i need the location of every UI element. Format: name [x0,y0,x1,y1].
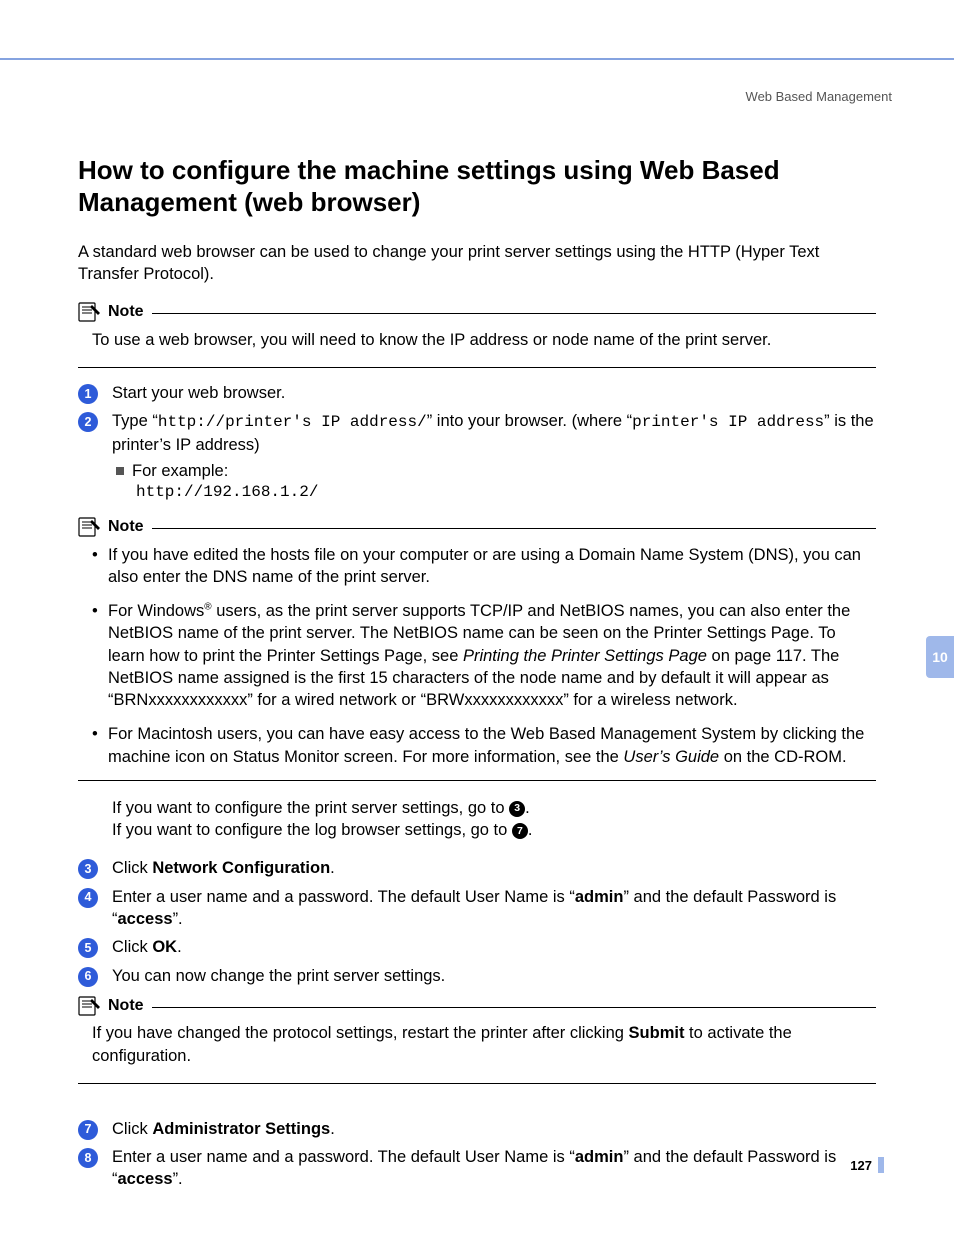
step-7-body: Click Administrator Settings. [112,1118,876,1140]
step-3: 3 Click Network Configuration. [78,857,876,879]
step-bullet-7: 7 [78,1120,98,1140]
note2-item-3: For Macintosh users, you can have easy a… [92,723,876,768]
registered-mark: ® [204,602,211,613]
step-2-prefix: Type “ [112,412,158,430]
note-rule [152,313,876,314]
note-close-rule-3 [78,1083,876,1084]
step-3-body: Click Network Configuration. [112,857,876,879]
note2-item-2: For Windows® users, as the print server … [92,600,876,711]
note2-b2-pre: For Windows [108,602,204,620]
note-close-rule [78,367,876,368]
s8-b1: admin [575,1148,624,1166]
note-label-3: Note [108,995,144,1017]
note-close-rule-2 [78,780,876,781]
goto2-pre: If you want to configure the log browser… [112,821,512,839]
goto-line-1: If you want to configure the print serve… [112,797,876,819]
s7-bold: Administrator Settings [152,1120,330,1138]
note2-b2-italic: Printing the Printer Settings Page [463,647,707,665]
step-2-mid: ” into your browser. (where “ [427,412,632,430]
s4-pre: Enter a user name and a password. The de… [112,888,575,906]
step-2-body: Type “http://printer's IP address/” into… [112,410,876,508]
s4-post: ”. [173,910,183,928]
step-1: 1 Start your web browser. [78,382,876,404]
s5-bold: OK [152,938,177,956]
page-content: How to configure the machine settings us… [0,154,954,1191]
note2-item-1: If you have edited the hosts file on you… [92,544,876,589]
step-6-body: You can now change the print server sett… [112,965,876,987]
page-number: 127 [850,1157,884,1175]
header-section-label: Web Based Management [0,60,954,106]
note3-pre: If you have changed the protocol setting… [92,1024,629,1042]
step-7: 7 Click Administrator Settings. [78,1118,876,1140]
example-url: http://192.168.1.2/ [136,482,876,504]
step-8: 8 Enter a user name and a password. The … [78,1146,876,1191]
step-6: 6 You can now change the print server se… [78,965,876,987]
note2-b3-post: on the CD-ROM. [719,748,846,766]
note-header: Note [78,301,876,323]
s3-bold: Network Configuration [152,859,330,877]
s8-b2: access [118,1170,173,1188]
note-icon [78,996,102,1016]
s3-post: . [330,859,335,877]
step-2: 2 Type “http://printer's IP address/” in… [78,410,876,508]
s5-pre: Click [112,938,152,956]
goto-line-2: If you want to configure the log browser… [112,819,876,841]
s8-pre: Enter a user name and a password. The de… [112,1148,575,1166]
s5-post: . [177,938,182,956]
note-header-3: Note [78,995,876,1017]
step-bullet-3: 3 [78,859,98,879]
s3-pre: Click [112,859,152,877]
note-rule [152,528,876,529]
step-2-code2: printer's IP address [632,413,824,431]
step-1-text: Start your web browser. [112,382,876,404]
example-block: For example: http://192.168.1.2/ [116,460,876,504]
intro-paragraph: A standard web browser can be used to ch… [78,241,876,286]
goto1-post: . [525,799,530,817]
note-body: To use a web browser, you will need to k… [78,325,876,361]
note-label-2: Note [108,516,144,538]
s8-post: ”. [173,1170,183,1188]
goto-block: If you want to configure the print serve… [112,797,876,842]
note3-bold: Submit [629,1024,685,1042]
page-title: How to configure the machine settings us… [78,154,876,219]
inline-bullet-3: 3 [509,801,525,817]
goto1-pre: If you want to configure the print serve… [112,799,509,817]
note-icon [78,302,102,322]
example-label: For example: [116,460,876,482]
step-bullet-8: 8 [78,1148,98,1168]
goto2-post: . [528,821,533,839]
s7-post: . [330,1120,335,1138]
step-bullet-6: 6 [78,967,98,987]
s4-b2: access [118,910,173,928]
s7-pre: Click [112,1120,152,1138]
note2-b3-italic: User’s Guide [623,748,719,766]
s4-b1: admin [575,888,624,906]
note-2-list: If you have edited the hosts file on you… [78,544,876,768]
step-5: 5 Click OK. [78,936,876,958]
note-label: Note [108,301,144,323]
step-bullet-4: 4 [78,888,98,908]
step-bullet-1: 1 [78,384,98,404]
note-icon [78,517,102,537]
step-4-body: Enter a user name and a password. The de… [112,886,876,931]
step-bullet-2: 2 [78,412,98,432]
note-header-2: Note [78,516,876,538]
top-accent-bar [0,0,954,60]
inline-bullet-7: 7 [512,823,528,839]
step-2-code: http://printer's IP address/ [158,413,427,431]
step-8-body: Enter a user name and a password. The de… [112,1146,876,1191]
note-3-body: If you have changed the protocol setting… [78,1018,876,1077]
step-5-body: Click OK. [112,936,876,958]
step-bullet-5: 5 [78,938,98,958]
step-4: 4 Enter a user name and a password. The … [78,886,876,931]
note-rule [152,1007,876,1008]
